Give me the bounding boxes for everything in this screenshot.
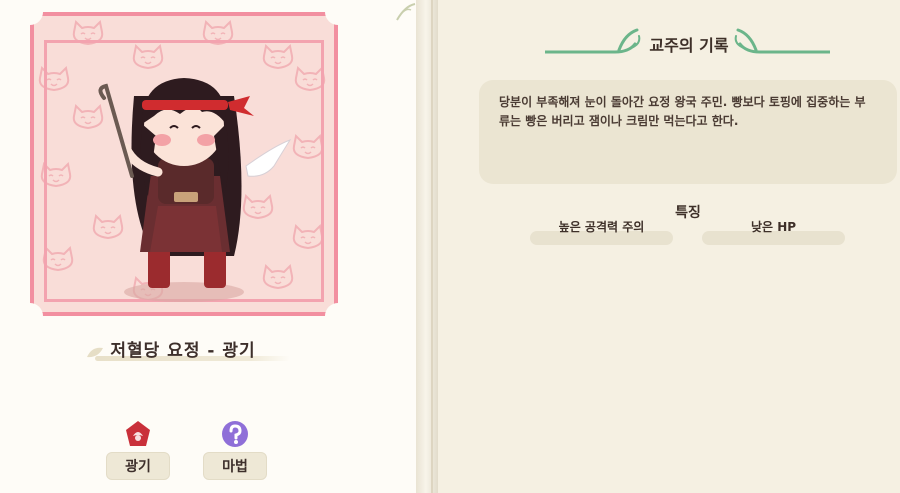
trait-magic-label: 마법 (203, 452, 267, 480)
portrait-corner-tr (325, 0, 351, 25)
spine-divider (431, 0, 433, 493)
feature-item-2: 낮은 HP (750, 220, 797, 234)
character-portrait (34, 16, 334, 312)
portrait-corner-tl (17, 0, 43, 25)
character-name-plate: 저혈당 요정 - 광기 (78, 330, 288, 366)
magic-icon (222, 421, 248, 447)
character-illustration (98, 78, 292, 302)
right-page (438, 0, 900, 493)
record-description-box: 당분이 부족해져 눈이 돌아간 요정 왕국 주민. 빵보다 토핑에 집중하는 부… (479, 80, 897, 184)
record-title-banner: 교주의 기록 (545, 24, 830, 64)
portrait-corner-br (325, 303, 351, 329)
madness-icon (126, 421, 150, 446)
record-title: 교주의 기록 (649, 36, 729, 55)
trait-magic[interactable]: 마법 (203, 420, 267, 480)
character-portrait-frame (17, 0, 351, 329)
feature-item-1: 높은 공격력 주의 (558, 220, 645, 234)
character-name: 저혈당 요정 - 광기 (110, 340, 256, 361)
trait-madness-label: 광기 (106, 452, 170, 480)
record-description: 당분이 부족해져 눈이 돌아간 요정 왕국 주민. 빵보다 토핑에 집중하는 부… (499, 95, 866, 128)
book-spine (416, 0, 438, 493)
portrait-corner-bl (17, 303, 43, 329)
leaf-corner-icon (396, 3, 416, 21)
trait-madness[interactable]: 광기 (106, 420, 170, 480)
